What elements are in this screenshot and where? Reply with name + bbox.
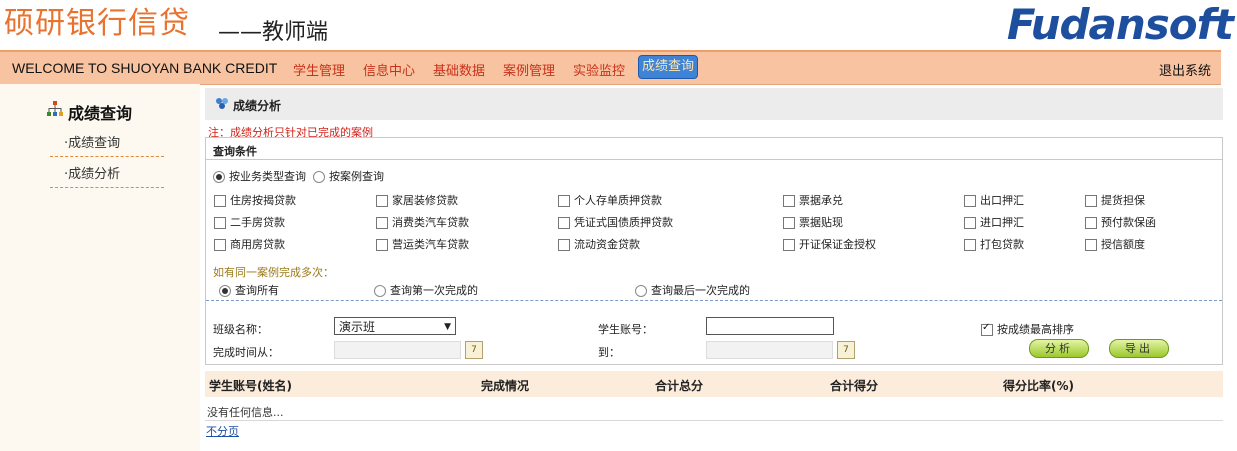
student-account-input[interactable] — [706, 317, 834, 335]
checkbox-business-type[interactable]: 提货担保 — [1085, 192, 1145, 208]
radio-icon — [635, 285, 647, 297]
brand-title: 硕研银行信贷 — [4, 6, 190, 41]
analysis-icon — [216, 98, 228, 109]
divider — [206, 159, 1222, 160]
logout-link[interactable]: 退出系统 — [1159, 60, 1211, 79]
radio-by-business-type[interactable]: 按业务类型查询 — [213, 168, 306, 184]
divider — [206, 300, 1222, 301]
checkbox-business-type[interactable]: 进口押汇 — [964, 214, 1024, 230]
radio-query-last[interactable]: 查询最后一次完成的 — [635, 282, 750, 298]
checkbox-icon — [981, 322, 993, 336]
checkbox-sort-by-score[interactable]: 按成绩最高排序 — [981, 321, 1074, 337]
column-header: 合计得分 — [830, 379, 879, 393]
checkbox-business-type[interactable]: 预付款保函 — [1085, 214, 1156, 230]
checkbox-business-type[interactable]: 凭证式国债质押贷款 — [558, 214, 673, 230]
panel-header: 成绩分析 — [205, 88, 1223, 120]
query-conditions: 查询条件 按业务类型查询 按案例查询 住房按揭贷款 家居装修贷款 个人存单质押贷… — [205, 137, 1223, 365]
divider — [205, 420, 1223, 421]
checkbox-business-type[interactable]: 二手房贷款 — [214, 214, 285, 230]
time-from-input[interactable] — [334, 341, 461, 359]
checkbox-business-type[interactable]: 授信额度 — [1085, 236, 1145, 252]
fudansoft-logo: Fudansoft — [1006, 0, 1234, 49]
radio-query-first[interactable]: 查询第一次完成的 — [374, 282, 478, 298]
empty-message: 没有任何信息... — [207, 406, 284, 419]
radio-icon — [374, 285, 386, 297]
query-label: 查询条件 — [213, 145, 257, 158]
radio-query-all[interactable]: 查询所有 — [219, 282, 279, 298]
calendar-icon[interactable]: 7 — [465, 341, 483, 359]
column-header: 合计总分 — [655, 379, 704, 393]
radio-icon — [313, 171, 325, 183]
multi-completion-hint: 如有同一案例完成多次： — [213, 266, 334, 279]
checkbox-business-type[interactable]: 票据承兑 — [783, 192, 843, 208]
top-navbar: WELCOME TO SHUOYAN BANK CREDIT 学生管理 信息中心… — [0, 50, 1221, 85]
checkbox-business-type[interactable]: 个人存单质押贷款 — [558, 192, 662, 208]
radio-by-case[interactable]: 按案例查询 — [313, 168, 384, 184]
checkbox-business-type[interactable]: 消费类汽车贷款 — [376, 214, 469, 230]
time-to-label: 到： — [598, 346, 620, 359]
class-select[interactable]: 演示班 ▼ — [334, 317, 456, 335]
checkbox-business-type[interactable]: 出口押汇 — [964, 192, 1024, 208]
nav-basic-data[interactable]: 基础数据 — [433, 60, 485, 79]
sidebar-title: 成绩查询 — [68, 104, 133, 123]
checkbox-business-type[interactable]: 开证保证金授权 — [783, 236, 876, 252]
panel-title: 成绩分析 — [233, 99, 282, 113]
checkbox-business-type[interactable]: 打包贷款 — [964, 236, 1024, 252]
calendar-icon[interactable]: 7 — [837, 341, 855, 359]
nav-case-management[interactable]: 案例管理 — [503, 60, 555, 79]
time-from-label: 完成时间从： — [213, 346, 279, 359]
radio-icon — [219, 285, 231, 297]
no-paging-link[interactable]: 不分页 — [206, 423, 239, 439]
tree-icon — [47, 101, 63, 116]
nav-experiment-monitor[interactable]: 实验监控 — [573, 60, 625, 79]
chevron-down-icon: ▼ — [444, 322, 451, 332]
welcome-text: WELCOME TO SHUOYAN BANK CREDIT — [12, 60, 278, 76]
radio-icon — [213, 171, 225, 183]
sidebar-item-score-analysis[interactable]: ·成绩分析 — [50, 163, 164, 188]
header: 硕研银行信贷 ——教师端 Fudansoft — [0, 0, 1237, 49]
checkbox-business-type[interactable]: 商用房贷款 — [214, 236, 285, 252]
nav-student-management[interactable]: 学生管理 — [293, 60, 345, 79]
time-to-input[interactable] — [706, 341, 833, 359]
class-name-label: 班级名称： — [213, 323, 268, 336]
analyze-button[interactable]: 分析 — [1029, 339, 1089, 358]
column-header: 学生账号(姓名) — [209, 379, 292, 393]
sidebar: 成绩查询 ·成绩查询 ·成绩分析 — [0, 84, 200, 451]
sidebar-item-score-query[interactable]: ·成绩查询 — [50, 132, 164, 157]
checkbox-business-type[interactable]: 住房按揭贷款 — [214, 192, 296, 208]
brand-subtitle: ——教师端 — [218, 20, 329, 45]
nav-info-center[interactable]: 信息中心 — [363, 60, 415, 79]
column-header: 完成情况 — [481, 379, 530, 393]
sidebar-item-label: 成绩查询 — [68, 136, 121, 151]
column-header: 得分比率(%) — [1003, 379, 1074, 393]
checkbox-business-type[interactable]: 流动资金贷款 — [558, 236, 640, 252]
results-table-header: 学生账号(姓名) 完成情况 合计总分 合计得分 得分比率(%) — [205, 371, 1223, 397]
nav-score-query[interactable]: 成绩查询 — [638, 55, 698, 79]
checkbox-business-type[interactable]: 票据贴现 — [783, 214, 843, 230]
checkbox-business-type[interactable]: 营运类汽车贷款 — [376, 236, 469, 252]
export-button[interactable]: 导出 — [1109, 339, 1169, 358]
student-account-label: 学生账号： — [598, 323, 653, 336]
checkbox-business-type[interactable]: 家居装修贷款 — [376, 192, 458, 208]
sidebar-item-label: 成绩分析 — [68, 167, 121, 182]
